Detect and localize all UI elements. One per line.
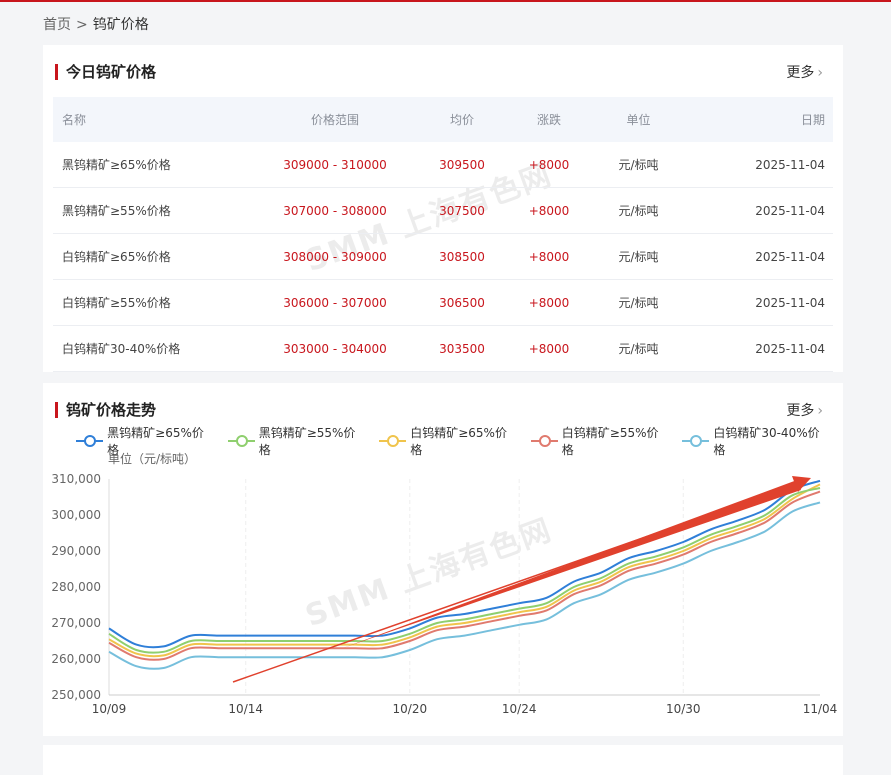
table-row[interactable]: 黑钨精矿≥65%价格 309000 - 310000 309500 +8000 …: [53, 142, 833, 188]
cell-change: +8000: [513, 142, 585, 188]
x-tick-label: 11/04: [803, 702, 838, 716]
col-header-change: 涨跌: [513, 97, 585, 142]
table-row[interactable]: 黑钨精矿≥55%价格 307000 - 308000 307500 +8000 …: [53, 187, 833, 234]
cell-range: 306000 - 307000: [259, 279, 411, 326]
price-table: 名称 价格范围 均价 涨跌 单位 日期 黑钨精矿≥65%价格 309000 - …: [53, 97, 833, 372]
cell-date: 2025-11-04: [692, 187, 833, 234]
col-header-date: 日期: [692, 97, 833, 142]
cell-name: 白钨精矿≥55%价格: [53, 279, 259, 326]
cell-range: 309000 - 310000: [259, 142, 411, 188]
table-row[interactable]: 白钨精矿≥55%价格 306000 - 307000 306500 +8000 …: [53, 279, 833, 326]
cell-avg: 306500: [411, 279, 513, 326]
breadcrumb-separator: >: [76, 17, 88, 33]
trend-arrow-body: [343, 480, 801, 648]
price-trend-chart: 250,000 260,000 270,000 280,000 290,000 300,0…: [51, 472, 838, 716]
cell-name: 白钨精矿30-40%价格: [53, 325, 259, 372]
cell-range: 303000 - 304000: [259, 325, 411, 372]
col-header-avg: 均价: [411, 97, 513, 142]
table-row[interactable]: 白钨精矿30-40%价格 303000 - 304000 303500 +800…: [53, 325, 833, 372]
col-header-name: 名称: [53, 97, 259, 142]
today-price-title: 今日钨矿价格: [55, 64, 156, 80]
cell-range: 307000 - 308000: [259, 187, 411, 234]
cell-avg: 308500: [411, 233, 513, 280]
breadcrumb: 首页 > 钨矿价格: [43, 14, 149, 34]
cell-date: 2025-11-04: [692, 325, 833, 372]
y-tick-label: 280,000: [51, 580, 101, 594]
col-header-range: 价格范围: [259, 97, 411, 142]
cell-date: 2025-11-04: [692, 279, 833, 326]
cell-name: 白钨精矿≥65%价格: [53, 233, 259, 280]
y-tick-label: 250,000: [51, 688, 101, 702]
cell-unit: 元/标吨: [585, 233, 692, 280]
col-header-unit: 单位: [585, 97, 692, 142]
y-tick-label: 300,000: [51, 508, 101, 522]
cell-change: +8000: [513, 279, 585, 326]
y-tick-label: 290,000: [51, 544, 101, 558]
breadcrumb-current: 钨矿价格: [92, 17, 149, 33]
x-tick-label: 10/09: [92, 702, 127, 716]
cell-change: +8000: [513, 325, 585, 372]
cell-change: +8000: [513, 233, 585, 280]
today-price-more-link[interactable]: 更多 ›: [786, 62, 823, 82]
cell-avg: 309500: [411, 142, 513, 188]
x-tick-label: 10/30: [666, 702, 701, 716]
cell-avg: 303500: [411, 325, 513, 372]
cell-unit: 元/标吨: [585, 142, 692, 188]
breadcrumb-home-link[interactable]: 首页: [43, 17, 71, 33]
cell-date: 2025-11-04: [692, 233, 833, 280]
x-tick-label: 10/14: [228, 702, 263, 716]
cell-range: 308000 - 309000: [259, 233, 411, 280]
cell-avg: 307500: [411, 187, 513, 234]
y-tick-label: 270,000: [51, 616, 101, 630]
cell-change: +8000: [513, 187, 585, 234]
price-trend-card: 钨矿价格走势 更多 › 黑钨精矿≥65%价格 黑钨精矿≥55%价格 白钨精矿≥65%价…: [43, 383, 843, 736]
more-label: 更多: [786, 65, 815, 81]
cell-date: 2025-11-04: [692, 142, 833, 188]
today-price-card: 今日钨矿价格 更多 › SMM 上海有色网 名称 价格范围 均价 涨跌 单位 日期…: [43, 45, 843, 372]
cell-name: 黑钨精矿≥55%价格: [53, 187, 259, 234]
next-card: [43, 745, 843, 775]
x-tick-label: 10/24: [502, 702, 537, 716]
x-tick-label: 10/20: [393, 702, 428, 716]
chevron-right-icon: ›: [817, 65, 823, 81]
y-tick-label: 260,000: [51, 652, 101, 666]
y-tick-label: 310,000: [51, 472, 101, 486]
table-header-row: 名称 价格范围 均价 涨跌 单位 日期: [53, 97, 833, 142]
series-line: [108, 483, 821, 658]
cell-name: 黑钨精矿≥65%价格: [53, 142, 259, 188]
cell-unit: 元/标吨: [585, 187, 692, 234]
cell-unit: 元/标吨: [585, 325, 692, 372]
table-row[interactable]: 白钨精矿≥65%价格 308000 - 309000 308500 +8000 …: [53, 233, 833, 280]
cell-unit: 元/标吨: [585, 279, 692, 326]
